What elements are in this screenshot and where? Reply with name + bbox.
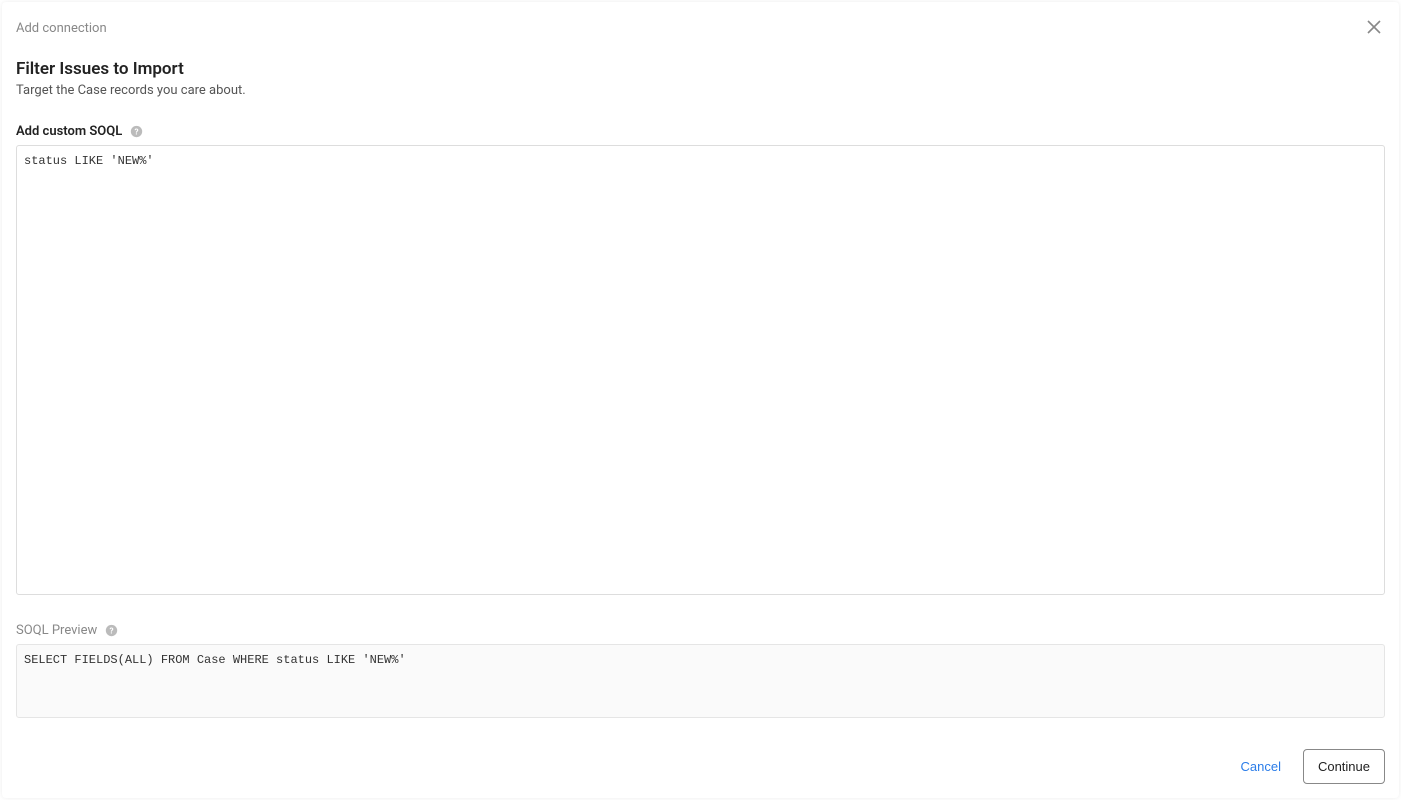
continue-button[interactable]: Continue — [1303, 749, 1385, 784]
soql-label-row: Add custom SOQL ? — [16, 124, 1385, 139]
breadcrumb: Add connection — [16, 21, 107, 36]
page-subtitle: Target the Case records you care about. — [16, 83, 1385, 98]
close-icon — [1367, 20, 1381, 37]
preview-section: SOQL Preview ? SELECT FIELDS(ALL) FROM C… — [16, 623, 1385, 718]
cancel-button[interactable]: Cancel — [1236, 751, 1284, 782]
svg-text:?: ? — [135, 126, 139, 136]
modal-container: Add connection Filter Issues to Import T… — [2, 2, 1399, 798]
help-icon[interactable]: ? — [130, 125, 143, 138]
close-button[interactable] — [1363, 16, 1385, 41]
preview-field-label: SOQL Preview — [16, 623, 97, 638]
soql-field-label: Add custom SOQL — [16, 124, 122, 139]
preview-label-row: SOQL Preview ? — [16, 623, 1385, 638]
modal-header: Add connection — [16, 16, 1385, 41]
soql-preview-output: SELECT FIELDS(ALL) FROM Case WHERE statu… — [16, 644, 1385, 718]
soql-input[interactable] — [16, 145, 1385, 595]
svg-text:?: ? — [110, 625, 114, 635]
page-title: Filter Issues to Import — [16, 59, 1385, 79]
help-icon[interactable]: ? — [105, 624, 118, 637]
modal-footer: Cancel Continue — [16, 729, 1385, 784]
